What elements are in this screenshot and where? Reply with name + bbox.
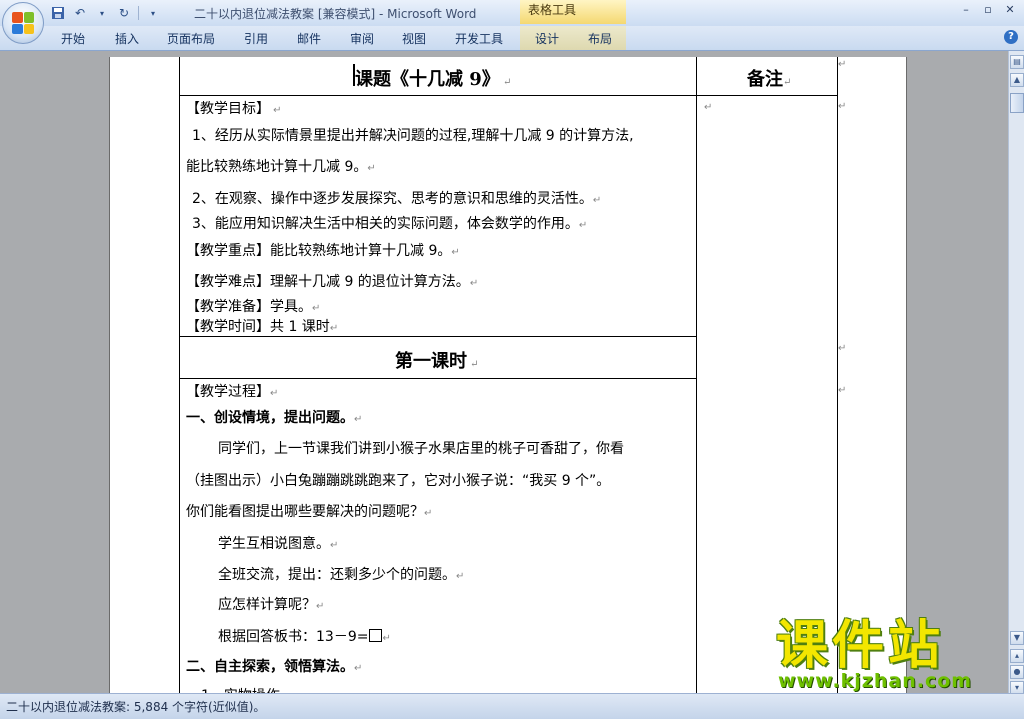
tab-mailings[interactable]: 邮件 bbox=[297, 30, 321, 47]
board-writing-line[interactable]: 根据回答板书：13－9= ↵ bbox=[218, 626, 391, 646]
table-row-divider bbox=[179, 336, 697, 337]
paragraph-line[interactable]: 学生互相说图意。↵ bbox=[218, 533, 338, 553]
status-bar: 二十以内退位减法教案: 5,884 个字符(近似值)。 bbox=[0, 693, 1024, 719]
quick-access-toolbar: ↶ ▾ ↻ ▾ bbox=[50, 4, 161, 22]
undo-icon[interactable]: ↶ bbox=[72, 5, 88, 21]
tab-view[interactable]: 视图 bbox=[402, 30, 426, 47]
close-button[interactable]: ✕ bbox=[1000, 2, 1020, 18]
chevron-down-icon[interactable]: ▾ bbox=[94, 5, 110, 21]
watermark-url: www.kjzhan.com bbox=[778, 670, 973, 692]
help-icon[interactable]: ? bbox=[1004, 30, 1018, 44]
table-row-divider bbox=[179, 378, 697, 379]
process-heading[interactable]: 【教学过程】↵ bbox=[186, 381, 278, 401]
objectives-heading[interactable]: 【教学目标】 ↵ bbox=[186, 98, 282, 118]
tab-review[interactable]: 审阅 bbox=[350, 30, 374, 47]
restore-button[interactable]: ▫ bbox=[978, 2, 998, 18]
section-1-heading[interactable]: 一、创设情境，提出问题。↵ bbox=[186, 407, 362, 427]
window-title: 二十以内退位减法教案 [兼容模式] - Microsoft Word bbox=[194, 7, 477, 21]
paragraph-line[interactable]: （挂图出示）小白兔蹦蹦跳跳跑来了，它对小猴子说：“我买 9 个”。 bbox=[186, 470, 610, 490]
objective-2[interactable]: 2、在观察、操作中逐步发展探究、思考的意识和思维的灵活性。↵ bbox=[192, 188, 601, 208]
row-end-mark-icon: ↵ bbox=[838, 343, 847, 354]
cell-end-mark-icon: ↵ bbox=[704, 102, 713, 113]
ruler-toggle-icon[interactable]: ▤ bbox=[1010, 55, 1024, 69]
tab-page-layout[interactable]: 页面布局 bbox=[167, 30, 215, 47]
key-point[interactable]: 【教学重点】能比较熟练地计算十几减 9。↵ bbox=[186, 240, 460, 260]
paragraph-line[interactable]: 全班交流，提出：还剩多少个的问题。↵ bbox=[218, 564, 464, 584]
minimize-button[interactable]: – bbox=[956, 2, 976, 18]
table-row-divider bbox=[179, 95, 838, 96]
section-2-heading[interactable]: 二、自主探索，领悟算法。↵ bbox=[186, 656, 362, 676]
tab-home[interactable]: 开始 bbox=[61, 30, 85, 47]
previous-page-icon[interactable]: ▴ bbox=[1010, 649, 1024, 663]
office-logo-icon bbox=[12, 12, 34, 34]
vertical-scrollbar[interactable]: ▤ ▲ ▼ ▴ ● ▾ bbox=[1008, 51, 1024, 695]
lesson-heading[interactable]: 第一课时 ↵ bbox=[395, 347, 479, 373]
window-controls: – ▫ ✕ bbox=[956, 2, 1020, 18]
word-count-status[interactable]: 二十以内退位减法教案: 5,884 个字符(近似值)。 bbox=[6, 698, 265, 715]
save-icon[interactable] bbox=[50, 5, 66, 21]
tab-references[interactable]: 引用 bbox=[244, 30, 268, 47]
table-border-right bbox=[837, 57, 838, 693]
remarks-header[interactable]: 备注↵ bbox=[747, 65, 791, 91]
preparation[interactable]: 【教学准备】学具。↵ bbox=[186, 296, 320, 316]
table-tools-label: 表格工具 bbox=[520, 0, 626, 24]
tab-insert[interactable]: 插入 bbox=[115, 30, 139, 47]
site-watermark: 课件站 www.kjzhan.com bbox=[770, 616, 1010, 696]
row-end-mark-icon: ↵ bbox=[838, 101, 847, 112]
document-workspace: 课题《十几减 9》 ↵ 备注↵ 【教学目标】 ↵ 1、经历从实际情景里提出并解决… bbox=[0, 51, 1008, 693]
table-border-left bbox=[179, 57, 180, 693]
scroll-down-arrow-icon[interactable]: ▼ bbox=[1010, 631, 1024, 645]
customize-toolbar-icon[interactable]: ▾ bbox=[145, 5, 161, 21]
paragraph-line[interactable]: 你们能看图提出哪些要解决的问题呢？↵ bbox=[186, 501, 432, 521]
select-browse-object-icon[interactable]: ● bbox=[1010, 665, 1024, 679]
row-end-mark-icon: ↵ bbox=[838, 385, 847, 396]
tab-layout[interactable]: 布局 bbox=[588, 30, 612, 47]
paragraph-line[interactable]: 1、实物操作 bbox=[201, 685, 280, 693]
row-end-mark-icon: ↵ bbox=[838, 59, 847, 70]
lesson-title[interactable]: 课题《十几减 9》 ↵ bbox=[355, 65, 511, 91]
table-border-middle bbox=[696, 57, 697, 693]
office-button[interactable] bbox=[2, 2, 44, 44]
empty-box-icon bbox=[369, 629, 383, 642]
objective-3[interactable]: 3、能应用知识解决生活中相关的实际问题，体会数学的作用。↵ bbox=[192, 213, 587, 233]
tab-developer[interactable]: 开发工具 bbox=[455, 30, 503, 47]
difficulty[interactable]: 【教学难点】理解十几减 9 的退位计算方法。↵ bbox=[186, 271, 478, 291]
redo-icon[interactable]: ↻ bbox=[116, 5, 132, 21]
objective-1-line2[interactable]: 能比较熟练地计算十几减 9。↵ bbox=[186, 156, 376, 176]
title-bar: ↶ ▾ ↻ ▾ 二十以内退位减法教案 [兼容模式] - Microsoft Wo… bbox=[0, 0, 1024, 26]
tab-design[interactable]: 设计 bbox=[535, 30, 559, 47]
duration[interactable]: 【教学时间】共 1 课时↵ bbox=[186, 316, 338, 336]
scroll-up-arrow-icon[interactable]: ▲ bbox=[1010, 73, 1024, 87]
paragraph-line[interactable]: 同学们，上一节课我们讲到小猴子水果店里的桃子可香甜了，你看 bbox=[218, 438, 624, 458]
ribbon-tab-bar: 开始 插入 页面布局 引用 邮件 审阅 视图 开发工具 设计 布局 ? bbox=[0, 26, 1024, 51]
scrollbar-thumb[interactable] bbox=[1010, 93, 1024, 113]
watermark-title: 课件站 bbox=[776, 616, 945, 676]
toolbar-separator bbox=[138, 6, 139, 20]
document-page[interactable]: 课题《十几减 9》 ↵ 备注↵ 【教学目标】 ↵ 1、经历从实际情景里提出并解决… bbox=[109, 57, 907, 693]
objective-1-line1[interactable]: 1、经历从实际情景里提出并解决问题的过程,理解十几减 9 的计算方法, bbox=[192, 125, 634, 145]
paragraph-line[interactable]: 应怎样计算呢？↵ bbox=[218, 594, 324, 614]
lesson-plan-table[interactable]: 课题《十几减 9》 ↵ 备注↵ 【教学目标】 ↵ 1、经历从实际情景里提出并解决… bbox=[179, 57, 838, 693]
